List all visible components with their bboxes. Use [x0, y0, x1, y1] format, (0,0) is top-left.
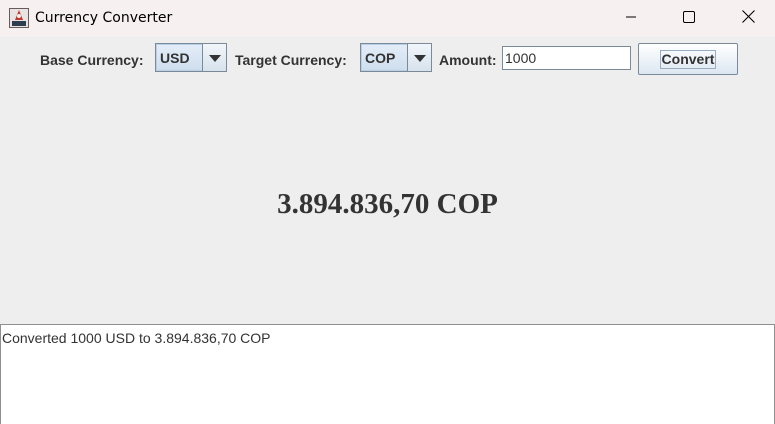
- chevron-down-icon: [208, 49, 221, 67]
- chevron-down-icon: [413, 49, 426, 67]
- currency-converter-window: Currency Converter Base Currency: USD Ta…: [0, 0, 775, 424]
- conversion-log[interactable]: Converted 1000 USD to 3.894.836,70 COP: [0, 324, 775, 424]
- convert-button[interactable]: Convert: [638, 43, 738, 75]
- minimize-button[interactable]: [608, 0, 654, 37]
- log-line: Converted 1000 USD to 3.894.836,70 COP: [2, 330, 271, 346]
- target-currency-value: COP: [361, 44, 409, 71]
- amount-label: Amount:: [439, 52, 497, 68]
- convert-button-label: Convert: [659, 49, 717, 69]
- maximize-button[interactable]: [666, 0, 712, 37]
- amount-input[interactable]: [502, 46, 631, 70]
- base-currency-label: Base Currency:: [40, 52, 144, 68]
- target-currency-select[interactable]: COP: [360, 43, 432, 72]
- base-currency-dropdown-button[interactable]: [202, 44, 226, 71]
- conversion-result: 3.894.836,70 COP: [277, 188, 498, 220]
- target-currency-label: Target Currency:: [235, 52, 347, 68]
- java-app-icon: [9, 8, 29, 28]
- base-currency-select[interactable]: USD: [155, 43, 227, 72]
- close-icon: [741, 9, 755, 28]
- maximize-icon: [683, 10, 695, 28]
- base-currency-value: USD: [156, 44, 204, 71]
- title-bar: Currency Converter: [0, 0, 775, 37]
- minimize-icon: [625, 10, 637, 28]
- close-button[interactable]: [725, 0, 771, 37]
- window-title: Currency Converter: [35, 10, 173, 26]
- target-currency-dropdown-button[interactable]: [407, 44, 431, 71]
